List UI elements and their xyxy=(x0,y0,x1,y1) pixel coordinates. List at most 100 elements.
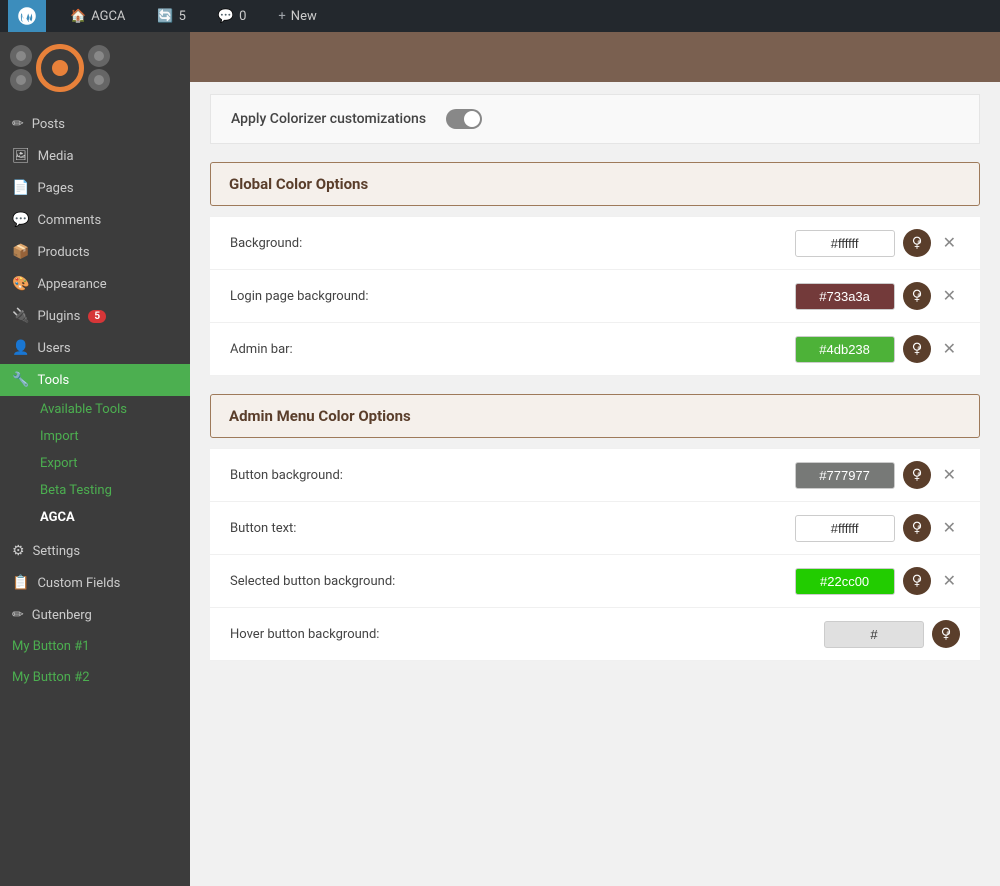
new-button[interactable]: + New xyxy=(270,0,324,32)
page-header xyxy=(190,32,1000,82)
main-content: Apply Colorizer customizations Global Co… xyxy=(190,32,1000,886)
updates-button[interactable]: 🔄 5 xyxy=(149,0,194,32)
sidebar-label-users: Users xyxy=(37,341,70,356)
appearance-icon: 🎨 xyxy=(12,276,29,292)
admin-bar-input[interactable] xyxy=(795,336,895,363)
sidebar-item-users[interactable]: 👤 Users xyxy=(0,332,190,364)
custom-fields-icon: 📋 xyxy=(12,575,29,591)
comments-button[interactable]: 💬 0 xyxy=(210,0,255,32)
sidebar-menu: ✏ Posts 🖼 Media 📄 Pages 💬 Comments 📦 Pro… xyxy=(0,104,190,396)
sidebar-item-posts[interactable]: ✏ Posts xyxy=(0,108,190,140)
sidebar-bottom-menu: ⚙ Settings 📋 Custom Fields ✏ Gutenberg M… xyxy=(0,531,190,693)
new-label: New xyxy=(291,9,317,24)
sidebar-label-tools: Tools xyxy=(37,373,69,388)
background-pick-button[interactable] xyxy=(903,229,931,257)
sidebar-label-posts: Posts xyxy=(32,117,65,132)
submenu-beta-testing[interactable]: Beta Testing xyxy=(0,477,190,504)
hover-button-bg-label: Hover button background: xyxy=(230,627,824,642)
site-name-button[interactable]: 🏠 AGCA xyxy=(62,0,133,32)
color-row-admin-bar: Admin bar: ✕ xyxy=(210,323,980,376)
sidebar-label-my-button-1: My Button #1 xyxy=(12,639,90,654)
sidebar-label-gutenberg: Gutenberg xyxy=(32,608,92,623)
color-row-button-bg: Button background: ✕ xyxy=(210,448,980,502)
pages-icon: 📄 xyxy=(12,180,29,196)
sidebar-item-pages[interactable]: 📄 Pages xyxy=(0,172,190,204)
admin-bar-label: Admin bar: xyxy=(230,342,795,357)
button-bg-label: Button background: xyxy=(230,468,795,483)
sidebar-item-media[interactable]: 🖼 Media xyxy=(0,140,190,172)
selected-button-bg-pick-button[interactable] xyxy=(903,567,931,595)
button-bg-controls: ✕ xyxy=(795,461,960,489)
hover-button-bg-pick-button[interactable] xyxy=(932,620,960,648)
sidebar-item-comments[interactable]: 💬 Comments xyxy=(0,204,190,236)
settings-icon: ⚙ xyxy=(12,543,25,559)
sidebar-item-settings[interactable]: ⚙ Settings xyxy=(0,535,190,567)
sidebar-item-custom-fields[interactable]: 📋 Custom Fields xyxy=(0,567,190,599)
selected-button-bg-input[interactable] xyxy=(795,568,895,595)
button-text-clear-button[interactable]: ✕ xyxy=(939,516,960,540)
selected-button-bg-clear-button[interactable]: ✕ xyxy=(939,569,960,593)
global-color-fields: Background: ✕ Login page background: xyxy=(210,216,980,376)
sidebar-item-gutenberg[interactable]: ✏ Gutenberg xyxy=(0,599,190,631)
sidebar-logo xyxy=(0,32,190,104)
sidebar-label-pages: Pages xyxy=(37,181,73,196)
color-row-selected-button-bg: Selected button background: ✕ xyxy=(210,555,980,608)
login-bg-clear-button[interactable]: ✕ xyxy=(939,284,960,308)
selected-button-bg-controls: ✕ xyxy=(795,567,960,595)
sidebar-label-products: Products xyxy=(37,245,89,260)
admin-bar-clear-button[interactable]: ✕ xyxy=(939,337,960,361)
admin-menu-color-options-header: Admin Menu Color Options xyxy=(210,394,980,438)
sidebar-item-my-button-1[interactable]: My Button #1 xyxy=(0,631,190,662)
media-icon: 🖼 xyxy=(12,148,30,164)
sidebar-item-tools[interactable]: 🔧 Tools xyxy=(0,364,190,396)
tools-icon: 🔧 xyxy=(12,372,29,388)
sidebar-label-plugins: Plugins xyxy=(37,309,80,324)
apply-colorizer-toggle[interactable] xyxy=(446,109,482,129)
button-text-input[interactable] xyxy=(795,515,895,542)
admin-bar-pick-button[interactable] xyxy=(903,335,931,363)
sidebar-label-appearance: Appearance xyxy=(37,277,106,292)
wp-logo-button[interactable] xyxy=(8,0,46,32)
sidebar: ✏ Posts 🖼 Media 📄 Pages 💬 Comments 📦 Pro… xyxy=(0,32,190,886)
sidebar-item-appearance[interactable]: 🎨 Appearance xyxy=(0,268,190,300)
site-name-label: AGCA xyxy=(91,9,125,24)
admin-menu-color-fields: Button background: ✕ Button text: xyxy=(210,448,980,661)
login-bg-controls: ✕ xyxy=(795,282,960,310)
admin-bar: 🏠 AGCA 🔄 5 💬 0 + New xyxy=(0,0,1000,32)
color-row-button-text: Button text: ✕ xyxy=(210,502,980,555)
button-bg-pick-button[interactable] xyxy=(903,461,931,489)
sidebar-item-my-button-2[interactable]: My Button #2 xyxy=(0,662,190,693)
comments-icon: 💬 xyxy=(12,212,29,228)
button-text-pick-button[interactable] xyxy=(903,514,931,542)
layout: ✏ Posts 🖼 Media 📄 Pages 💬 Comments 📦 Pro… xyxy=(0,32,1000,886)
submenu-import[interactable]: Import xyxy=(0,423,190,450)
background-input[interactable] xyxy=(795,230,895,257)
apply-colorizer-label: Apply Colorizer customizations xyxy=(231,111,426,127)
sidebar-label-my-button-2: My Button #2 xyxy=(12,670,90,685)
background-label: Background: xyxy=(230,236,795,251)
background-clear-button[interactable]: ✕ xyxy=(939,231,960,255)
submenu-export[interactable]: Export xyxy=(0,450,190,477)
button-bg-clear-button[interactable]: ✕ xyxy=(939,463,960,487)
users-icon: 👤 xyxy=(12,340,29,356)
posts-icon: ✏ xyxy=(12,116,24,132)
button-text-label: Button text: xyxy=(230,521,795,536)
submenu-available-tools[interactable]: Available Tools xyxy=(0,396,190,423)
sidebar-label-custom-fields: Custom Fields xyxy=(37,576,120,591)
sidebar-label-media: Media xyxy=(38,149,74,164)
hover-button-bg-controls xyxy=(824,620,960,648)
sidebar-item-plugins[interactable]: 🔌 Plugins 5 xyxy=(0,300,190,332)
hover-button-bg-input[interactable] xyxy=(824,621,924,648)
page-title xyxy=(210,46,214,67)
updates-count: 5 xyxy=(179,9,186,24)
sidebar-item-products[interactable]: 📦 Products xyxy=(0,236,190,268)
submenu-agca[interactable]: AGCA xyxy=(0,504,190,531)
color-row-background: Background: ✕ xyxy=(210,216,980,270)
products-icon: 📦 xyxy=(12,244,29,260)
login-bg-input[interactable] xyxy=(795,283,895,310)
button-text-controls: ✕ xyxy=(795,514,960,542)
button-bg-input[interactable] xyxy=(795,462,895,489)
color-row-login-bg: Login page background: ✕ xyxy=(210,270,980,323)
login-bg-pick-button[interactable] xyxy=(903,282,931,310)
gutenberg-icon: ✏ xyxy=(12,607,24,623)
